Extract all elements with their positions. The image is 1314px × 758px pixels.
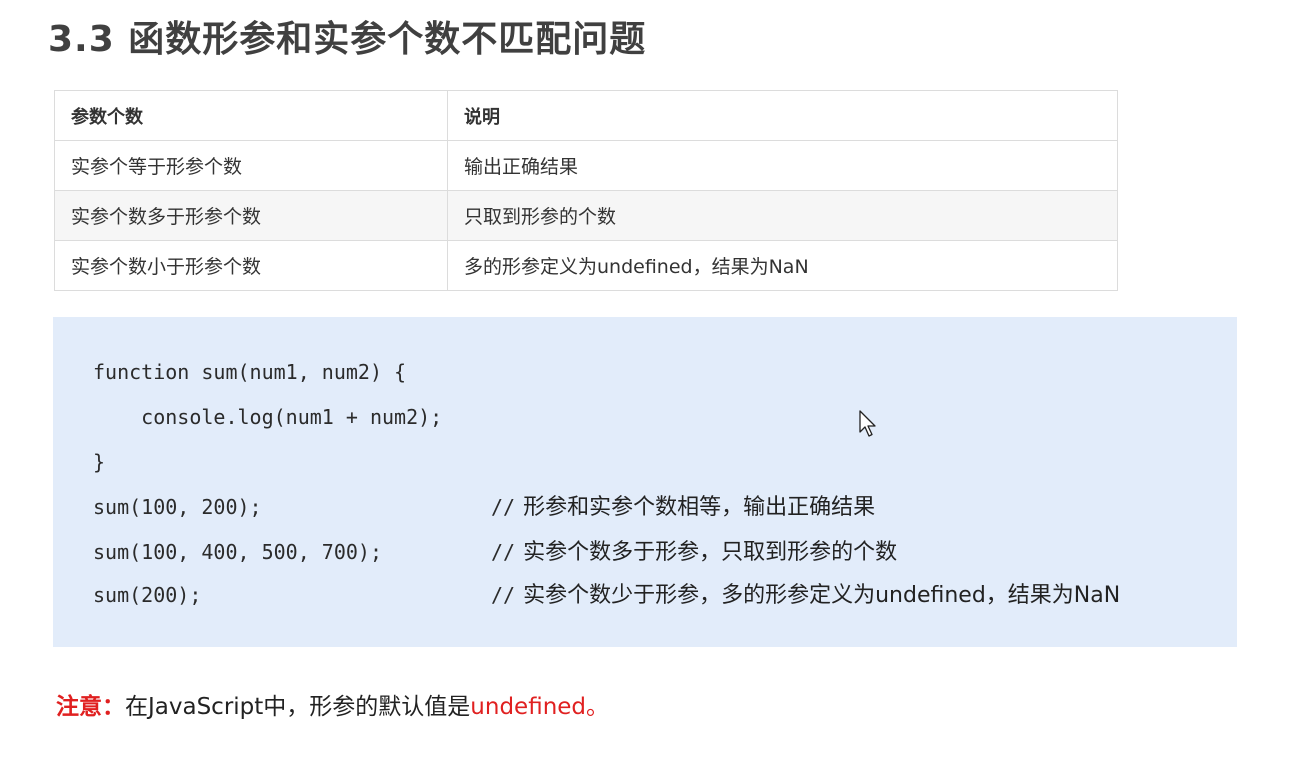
comment-marker: // (491, 495, 516, 519)
note-label: 注意： (56, 694, 125, 720)
code-comment: // 实参个数多于形参，只取到形参的个数 (491, 537, 897, 568)
table-cell: 实参个等于形参个数 (54, 140, 448, 191)
mouse-cursor-icon (859, 410, 876, 437)
code-line: sum(100, 400, 500, 700); (93, 540, 382, 564)
comment-text: 实参个数多于形参，只取到形参的个数 (523, 540, 898, 565)
code-line: console.log(num1 + num2); (93, 405, 443, 429)
table-header-cell: 说明 (447, 90, 1118, 141)
note-highlight: undefined (470, 694, 587, 720)
table-cell: 输出正确结果 (447, 140, 1118, 191)
note-text: 在JavaScript中，形参的默认值是 (125, 694, 471, 720)
table-header-row: 参数个数 说明 (54, 90, 1118, 141)
note-end: 。 (586, 694, 610, 720)
code-comment: // 实参个数少于形参，多的形参定义为undefined，结果为NaN (491, 580, 1120, 611)
table-row: 实参个等于形参个数 输出正确结果 (54, 140, 1118, 191)
code-line: } (93, 450, 106, 474)
page-title: 3.3 函数形参和实参个数不匹配问题 (48, 19, 647, 60)
comment-text: 实参个数少于形参，多的形参定义为undefined，结果为NaN (523, 583, 1121, 608)
table-header-cell: 参数个数 (54, 90, 448, 141)
table-cell: 实参个数小于形参个数 (54, 240, 448, 291)
table-row: 实参个数小于形参个数 多的形参定义为undefined，结果为NaN (54, 240, 1118, 291)
code-line: function sum(num1, num2) { (93, 360, 407, 384)
code-line: sum(200); (93, 583, 202, 607)
table-cell: 多的形参定义为undefined，结果为NaN (447, 240, 1118, 291)
code-line: sum(100, 200); (93, 495, 262, 519)
comment-marker: // (491, 583, 516, 607)
params-table: 参数个数 说明 实参个等于形参个数 输出正确结果 实参个数多于形参个数 只取到形… (54, 90, 1118, 291)
code-block: function sum(num1, num2) { console.log(n… (53, 317, 1237, 647)
comment-text: 形参和实参个数相等，输出正确结果 (523, 495, 876, 520)
comment-marker: // (491, 540, 516, 564)
note: 注意：在JavaScript中，形参的默认值是undefined。 (56, 690, 609, 724)
table-cell: 只取到形参的个数 (447, 190, 1118, 241)
table-cell: 实参个数多于形参个数 (54, 190, 448, 241)
table-row: 实参个数多于形参个数 只取到形参的个数 (54, 190, 1118, 241)
code-comment: // 形参和实参个数相等，输出正确结果 (491, 492, 875, 523)
